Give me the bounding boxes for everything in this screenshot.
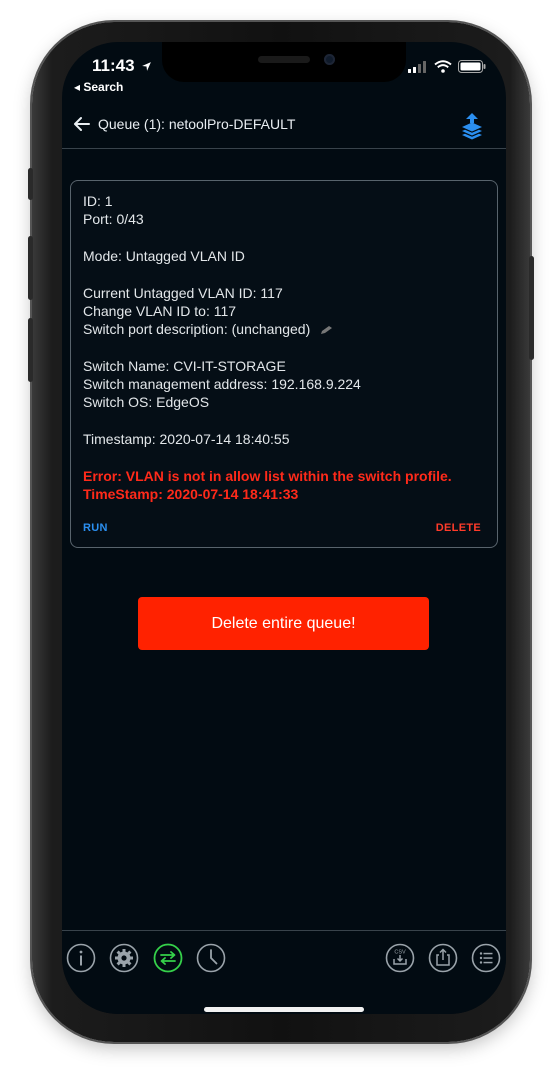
back-to-search-link[interactable]: ◂ Search [74, 80, 123, 94]
item-port: Port: 0/43 [83, 211, 144, 227]
queue-item-card: ID: 1 Port: 0/43 Mode: Untagged VLAN ID … [70, 180, 498, 548]
port-description-text: Switch port description: (unchanged) [83, 321, 311, 337]
delete-button[interactable]: DELETE [436, 522, 481, 534]
item-current-vlan: Current Untagged VLAN ID: 117 [83, 285, 283, 301]
front-camera [324, 54, 335, 65]
pencil-icon[interactable] [320, 325, 334, 335]
settings-gear-icon[interactable] [109, 943, 139, 973]
info-icon[interactable] [66, 943, 96, 973]
speaker [258, 56, 310, 63]
wifi-icon [434, 60, 452, 73]
item-timestamp: Timestamp: 2020-07-14 18:40:55 [83, 431, 290, 447]
item-switch-os: Switch OS: EdgeOS [83, 394, 210, 410]
status-indicators [408, 60, 486, 73]
volume-down-button [28, 318, 33, 382]
clock-history-icon[interactable] [196, 943, 226, 973]
cellular-signal-icon [408, 60, 426, 73]
list-menu-icon[interactable] [471, 943, 501, 973]
screen: 11:43 ◂ Search Queue (1): netoolPro-DEFA… [62, 42, 506, 1014]
layers-upload-icon[interactable] [460, 112, 484, 140]
share-icon[interactable] [428, 943, 458, 973]
volume-up-button [28, 236, 33, 300]
location-arrow-icon [142, 62, 152, 71]
csv-export-icon[interactable]: CSV [385, 943, 415, 973]
notch [162, 42, 406, 82]
item-switch-address: Switch management address: 192.168.9.224 [83, 376, 361, 392]
error-timestamp: TimeStamp: 2020-07-14 18:41:33 [83, 486, 299, 502]
delete-entire-queue-button[interactable]: Delete entire queue! [138, 597, 429, 650]
bottom-toolbar: CSV [62, 930, 506, 1014]
page-title: Queue (1): netoolPro-DEFAULT [98, 116, 296, 132]
item-change-vlan: Change VLAN ID to: 117 [83, 303, 237, 319]
power-button [529, 256, 534, 360]
item-mode: Mode: Untagged VLAN ID [83, 248, 245, 264]
csv-label: CSV [394, 950, 406, 956]
error-message: Error: VLAN is not in allow list within … [83, 468, 452, 484]
queue-transfer-icon[interactable] [153, 943, 183, 973]
run-button[interactable]: RUN [83, 522, 108, 534]
queue-header: Queue (1): netoolPro-DEFAULT [62, 104, 506, 149]
item-switch-name: Switch Name: CVI-IT-STORAGE [83, 358, 286, 374]
home-indicator[interactable] [204, 1007, 364, 1012]
mute-switch [28, 168, 33, 200]
item-id: ID: 1 [83, 193, 113, 209]
battery-icon [458, 60, 486, 73]
status-time: 11:43 [92, 56, 152, 76]
back-arrow-icon[interactable] [72, 114, 92, 134]
item-port-description: Switch port description: (unchanged) [83, 321, 334, 337]
